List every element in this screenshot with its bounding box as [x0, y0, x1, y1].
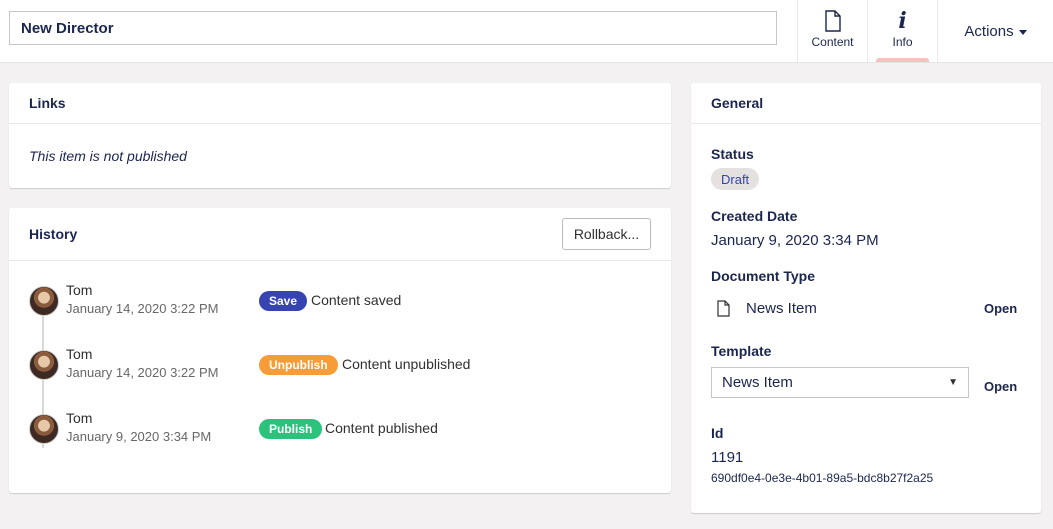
created-date-value: January 9, 2020 3:34 PM — [711, 232, 879, 249]
history-message: Content published — [325, 420, 438, 436]
app-button-info-label: Info — [892, 35, 913, 49]
content-name-input[interactable] — [9, 11, 777, 45]
avatar — [29, 286, 59, 316]
links-panel: Links This item is not published — [9, 83, 671, 188]
history-badge-unpublish: Unpublish — [259, 355, 338, 375]
editor-header: Content i Info Actions — [0, 0, 1053, 63]
template-label: Template — [711, 343, 772, 359]
links-message: This item is not published — [29, 148, 187, 164]
template-open-link[interactable]: Open — [984, 379, 1017, 394]
template-select[interactable]: News Item ▼ — [711, 367, 969, 398]
history-date: January 14, 2020 3:22 PM — [66, 365, 219, 380]
document-type-open-link[interactable]: Open — [984, 301, 1017, 316]
history-user: Tom — [66, 410, 93, 426]
app-button-info[interactable]: i Info — [867, 0, 937, 62]
history-date: January 9, 2020 3:34 PM — [66, 429, 212, 444]
status-label: Status — [711, 146, 754, 162]
document-icon — [717, 300, 730, 317]
app-button-content[interactable]: Content — [797, 0, 867, 62]
actions-dropdown[interactable]: Actions — [937, 0, 1053, 62]
history-entry: Tom January 14, 2020 3:22 PM Save Conten… — [9, 282, 671, 332]
history-badge-publish: Publish — [259, 419, 323, 439]
history-message: Content unpublished — [342, 356, 471, 372]
created-date-label: Created Date — [711, 208, 798, 224]
id-label: Id — [711, 425, 724, 441]
history-message: Content saved — [311, 292, 402, 308]
template-selected-value: News Item — [722, 374, 793, 391]
app-button-content-label: Content — [811, 35, 854, 49]
document-type-label: Document Type — [711, 268, 815, 284]
rollback-button[interactable]: Rollback... — [562, 218, 651, 250]
select-arrow-icon: ▼ — [948, 377, 958, 388]
links-title: Links — [9, 83, 671, 124]
status-badge: Draft — [711, 168, 760, 190]
history-panel: History Rollback... Tom January 14, 2020… — [9, 208, 671, 493]
history-date: January 14, 2020 3:22 PM — [66, 301, 219, 316]
history-header: History Rollback... — [9, 208, 671, 261]
history-entry: Tom January 9, 2020 3:34 PM Publish Cont… — [9, 410, 671, 460]
guid-value: 690df0e4-0e3e-4b01-89a5-bdc8b27f2a25 — [711, 471, 934, 485]
history-user: Tom — [66, 346, 93, 362]
history-badge-save: Save — [259, 291, 308, 311]
history-entry: Tom January 14, 2020 3:22 PM Unpublish C… — [9, 346, 671, 396]
general-title: General — [691, 83, 1041, 124]
id-value: 1191 — [711, 449, 744, 466]
document-type-value: News Item — [746, 300, 817, 317]
avatar — [29, 350, 59, 380]
general-panel: General Status Draft Created Date Januar… — [691, 83, 1041, 513]
caret-down-icon — [1018, 29, 1027, 35]
actions-label: Actions — [964, 22, 1014, 40]
history-user: Tom — [66, 282, 93, 298]
history-title: History — [29, 226, 78, 242]
avatar — [29, 414, 59, 444]
info-icon: i — [898, 8, 907, 34]
document-icon — [824, 10, 841, 32]
